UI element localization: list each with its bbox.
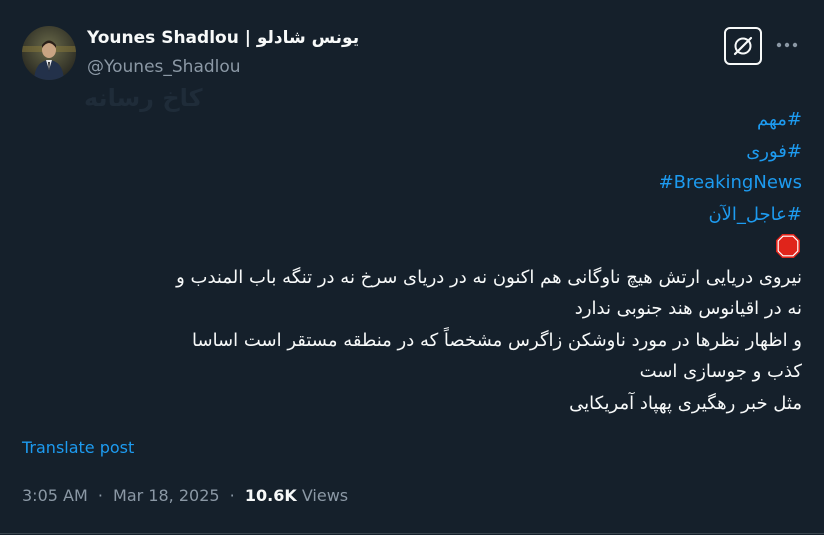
divider — [0, 533, 824, 534]
author-handle[interactable]: @Younes_Shadlou — [87, 57, 241, 77]
more-options-button[interactable] — [772, 30, 802, 60]
post-time[interactable]: 3:05 AM — [22, 486, 88, 505]
author-display-name[interactable]: Younes Shadlou | یونس شادلو — [87, 28, 359, 48]
avatar-image — [22, 26, 76, 80]
post-date[interactable]: Mar 18, 2025 — [113, 486, 220, 505]
post-card: Younes Shadlou | یونس شادلو @Younes_Shad… — [0, 0, 824, 535]
hashtag-link[interactable]: #عاجل_الآن — [708, 204, 802, 225]
meta-separator: · — [97, 486, 103, 505]
grok-button[interactable] — [724, 27, 762, 65]
hashtag-link[interactable]: #مهم — [757, 109, 802, 130]
hashtag-link[interactable]: #BreakingNews — [659, 172, 802, 193]
post-text-line: و اظهار نظرها در مورد ناوشکن زاگرس مشخصا… — [192, 329, 802, 351]
post-text-line: نیروی دریایی ارتش هیچ ناوگانی هم اکنون ن… — [176, 266, 802, 288]
post-meta: 3:05 AM · Mar 18, 2025 · 10.6K Views — [22, 486, 348, 505]
hashtag-link[interactable]: #فوری — [746, 141, 802, 162]
views-count[interactable]: 10.6K — [245, 486, 297, 505]
translate-post-link[interactable]: Translate post — [22, 438, 134, 457]
avatar[interactable] — [22, 26, 76, 80]
post-text-line: نه در اقیانوس هند جنوبی ندارد — [574, 298, 802, 319]
post-text: #مهم #فوری #BreakingNews #عاجل_الآن نیرو… — [12, 104, 802, 419]
meta-separator: · — [229, 486, 235, 505]
more-dots-icon — [776, 42, 798, 48]
post-text-line: مثل خبر رهگیری پهپاد آمریکایی — [569, 392, 802, 414]
grok-slash-icon — [733, 36, 753, 56]
post-text-line: کذب و جوسازی است — [639, 361, 802, 382]
views-label: Views — [301, 486, 349, 505]
stop-sign-icon — [776, 234, 800, 258]
